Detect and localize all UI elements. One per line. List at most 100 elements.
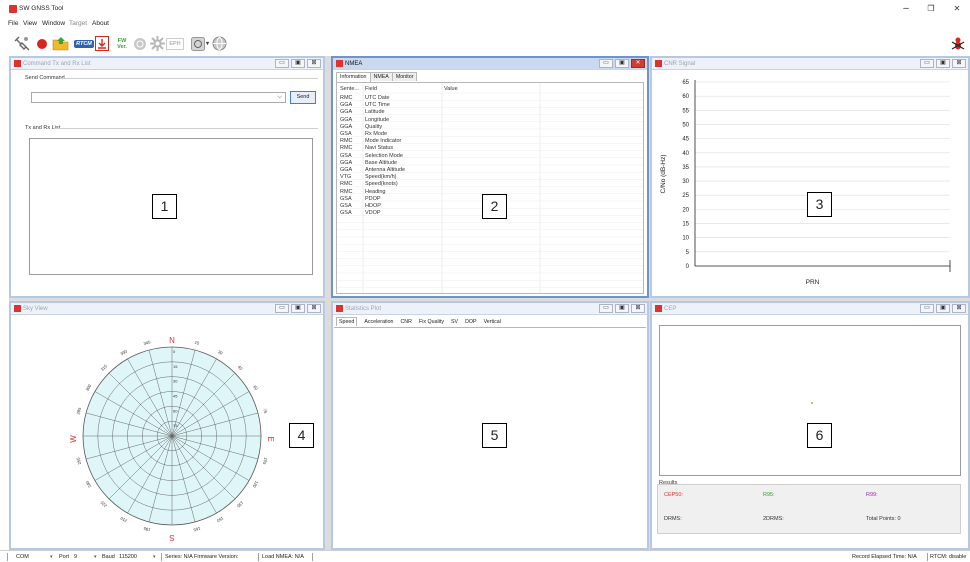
globe-icon[interactable] bbox=[211, 35, 227, 52]
close-icon[interactable]: ✕ bbox=[631, 59, 645, 68]
menu-view[interactable]: View bbox=[23, 20, 37, 27]
row-field[interactable]: Latitude bbox=[365, 109, 385, 115]
row-sentence[interactable]: GGA bbox=[340, 102, 352, 108]
cnr-panel-titlebar[interactable]: CNR Signal ▭ ▣ ⊠ bbox=[652, 58, 968, 70]
row-field[interactable]: Rx Mode bbox=[365, 131, 387, 137]
row-sentence[interactable]: GGA bbox=[340, 167, 352, 173]
minimize-icon[interactable]: ▭ bbox=[275, 59, 289, 68]
menu-file[interactable]: File bbox=[8, 20, 18, 27]
tab-speed[interactable]: Speed bbox=[336, 317, 358, 326]
tab-nmea[interactable]: NMEA bbox=[369, 72, 393, 81]
statistics-panel-titlebar[interactable]: Statistics Plot ▭ ▣ ⊠ bbox=[333, 303, 647, 315]
maximize-icon[interactable]: ▣ bbox=[291, 304, 305, 313]
close-icon[interactable]: ⊠ bbox=[307, 304, 321, 313]
minimize-icon[interactable]: ▭ bbox=[599, 59, 613, 68]
minimize-icon[interactable]: ▭ bbox=[920, 304, 934, 313]
row-field[interactable]: Navi Status bbox=[365, 145, 393, 151]
row-field[interactable]: Mode Indicator bbox=[365, 138, 401, 144]
row-sentence[interactable]: RMC bbox=[340, 189, 353, 195]
tab-cnr[interactable]: CNR bbox=[400, 318, 411, 326]
row-field[interactable]: Selection Mode bbox=[365, 153, 403, 159]
row-sentence[interactable]: GSA bbox=[340, 210, 352, 216]
tab-dop[interactable]: DOP bbox=[465, 318, 476, 326]
row-field[interactable]: Quality bbox=[365, 124, 382, 130]
row-sentence[interactable]: RMC bbox=[340, 95, 353, 101]
send-command-input[interactable]: ⌵ bbox=[31, 92, 286, 103]
row-sentence[interactable]: GGA bbox=[340, 124, 352, 130]
tab-information[interactable]: Information bbox=[336, 72, 371, 82]
row-field[interactable]: UTC Time bbox=[365, 102, 390, 108]
row-sentence[interactable]: GSA bbox=[340, 203, 352, 209]
command-panel-titlebar[interactable]: Command Tx and Rx List ▭ ▣ ⊠ bbox=[11, 58, 323, 70]
row-field[interactable]: Base Altitude bbox=[365, 160, 397, 166]
column-header-sentence[interactable]: Sente... bbox=[340, 86, 359, 92]
tab-fix-quality[interactable]: Fix Quality bbox=[419, 318, 444, 326]
column-header-value[interactable]: Value bbox=[444, 86, 458, 92]
row-sentence[interactable]: RMC bbox=[340, 145, 353, 151]
chevron-down-icon[interactable]: ▾ bbox=[94, 554, 97, 560]
row-field[interactable]: Speed(km/h) bbox=[365, 174, 397, 180]
minimize-icon[interactable]: ▭ bbox=[599, 304, 613, 313]
row-field[interactable]: Speed(knots) bbox=[365, 181, 398, 187]
fw-version-button[interactable]: FW Ver. bbox=[114, 35, 130, 52]
sky-plot: 0153045607515304560751051201351501651952… bbox=[69, 336, 275, 542]
refresh-icon[interactable]: ▾ bbox=[188, 35, 212, 52]
nmea-panel-titlebar[interactable]: NMEA ▭ ▣ ✕ bbox=[333, 58, 647, 70]
row-sentence[interactable]: GSA bbox=[340, 153, 352, 159]
row-sentence[interactable]: RMC bbox=[340, 138, 353, 144]
close-icon[interactable]: ⊠ bbox=[631, 304, 645, 313]
baud-value[interactable]: 115200 bbox=[119, 554, 137, 560]
chevron-down-icon[interactable]: ▾ bbox=[50, 554, 53, 560]
restore-button[interactable]: ❐ bbox=[922, 2, 940, 16]
minimize-icon[interactable]: ▭ bbox=[275, 304, 289, 313]
tab-acceleration[interactable]: Acceleration bbox=[364, 318, 393, 326]
column-header-field[interactable]: Field bbox=[365, 86, 377, 92]
maximize-icon[interactable]: ▣ bbox=[615, 304, 629, 313]
close-icon[interactable]: ⊠ bbox=[307, 59, 321, 68]
minimize-icon[interactable]: ▭ bbox=[920, 59, 934, 68]
port-value[interactable]: 9 bbox=[74, 554, 77, 560]
row-sentence[interactable]: GGA bbox=[340, 160, 352, 166]
row-sentence[interactable]: RMC bbox=[340, 181, 353, 187]
minimize-button[interactable]: – bbox=[897, 2, 915, 16]
row-field[interactable]: Antenna Altitude bbox=[365, 167, 405, 173]
satellite-icon[interactable] bbox=[132, 35, 147, 52]
tab-monitor[interactable]: Monitor bbox=[391, 72, 418, 81]
cep-panel-titlebar[interactable]: CEP ▭ ▣ ⊠ bbox=[652, 303, 968, 315]
row-field[interactable]: PDOP bbox=[365, 196, 381, 202]
maximize-icon[interactable]: ▣ bbox=[936, 59, 950, 68]
skyview-panel-titlebar[interactable]: Sky View ▭ ▣ ⊠ bbox=[11, 303, 323, 315]
row-sentence[interactable]: GGA bbox=[340, 109, 352, 115]
skyview-panel-title: Sky View bbox=[23, 305, 48, 312]
row-sentence[interactable]: GSA bbox=[340, 131, 352, 137]
row-field[interactable]: HDOP bbox=[365, 203, 381, 209]
row-field[interactable]: VDOP bbox=[365, 210, 381, 216]
close-icon[interactable]: ⊠ bbox=[952, 59, 966, 68]
gear-icon[interactable] bbox=[149, 35, 165, 52]
row-sentence[interactable]: GGA bbox=[340, 117, 352, 123]
tab-vertical[interactable]: Vertical bbox=[484, 318, 501, 326]
row-field[interactable]: Longitude bbox=[365, 117, 389, 123]
menu-about[interactable]: About bbox=[92, 20, 109, 27]
row-sentence[interactable]: GSA bbox=[340, 196, 352, 202]
row-sentence[interactable]: VTG bbox=[340, 174, 351, 180]
open-folder-icon[interactable] bbox=[52, 35, 70, 52]
connect-icon[interactable] bbox=[12, 35, 32, 52]
eph-button[interactable]: EPH bbox=[166, 38, 184, 50]
record-icon[interactable] bbox=[35, 35, 49, 52]
row-field[interactable]: UTC Date bbox=[365, 95, 389, 101]
menu-target[interactable]: Target bbox=[69, 20, 87, 27]
close-icon[interactable]: ⊠ bbox=[952, 304, 966, 313]
menu-window[interactable]: Window bbox=[42, 20, 65, 27]
chevron-down-icon[interactable]: ▾ bbox=[153, 554, 156, 560]
close-button[interactable]: ✕ bbox=[948, 2, 966, 16]
maximize-icon[interactable]: ▣ bbox=[615, 59, 629, 68]
download-icon[interactable] bbox=[94, 35, 110, 52]
maximize-icon[interactable]: ▣ bbox=[936, 304, 950, 313]
row-field[interactable]: Heading bbox=[365, 189, 386, 195]
tab-sv[interactable]: SV bbox=[451, 318, 458, 326]
bug-icon[interactable] bbox=[950, 35, 966, 52]
send-button[interactable]: Send bbox=[290, 91, 316, 104]
chevron-down-icon[interactable]: ⌵ bbox=[277, 94, 282, 101]
maximize-icon[interactable]: ▣ bbox=[291, 59, 305, 68]
